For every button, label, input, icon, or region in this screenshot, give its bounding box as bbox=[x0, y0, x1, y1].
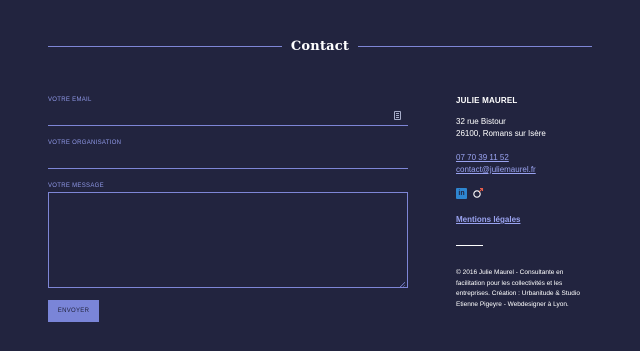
email-field[interactable] bbox=[48, 110, 408, 126]
contact-heading: Contact bbox=[48, 36, 592, 56]
divider bbox=[456, 245, 483, 246]
message-field[interactable] bbox=[48, 192, 408, 288]
email-label: VOTRE EMAIL bbox=[48, 97, 92, 103]
contact-address: 32 rue Bistour 26100, Romans sur Isère bbox=[456, 116, 546, 140]
address-line-2: 26100, Romans sur Isère bbox=[456, 129, 546, 138]
address-line-1: 32 rue Bistour bbox=[456, 117, 506, 126]
organisation-label: VOTRE ORGANISATION bbox=[48, 140, 122, 146]
venus-mars-icon[interactable] bbox=[472, 187, 484, 199]
legal-link[interactable]: Mentions légales bbox=[456, 214, 520, 225]
page-title: Contact bbox=[290, 38, 350, 54]
phone-link[interactable]: 07 70 39 11 52 bbox=[456, 152, 509, 163]
contact-name: JULIE MAUREL bbox=[456, 96, 518, 105]
submit-button[interactable]: ENVOYER bbox=[48, 300, 99, 322]
linkedin-icon[interactable]: in bbox=[456, 187, 467, 199]
message-label: VOTRE MESSAGE bbox=[48, 183, 104, 189]
contact-card-icon[interactable] bbox=[394, 111, 401, 120]
heading-line-left bbox=[48, 45, 282, 47]
heading-line-right bbox=[358, 45, 592, 47]
copyright-text: © 2016 Julie Maurel - Consultante en fac… bbox=[456, 269, 580, 308]
resize-handle-icon[interactable] bbox=[400, 282, 405, 287]
email-link[interactable]: contact@juliemaurel.fr bbox=[456, 164, 536, 175]
social-links: in bbox=[456, 187, 484, 199]
organisation-field[interactable] bbox=[48, 153, 408, 169]
